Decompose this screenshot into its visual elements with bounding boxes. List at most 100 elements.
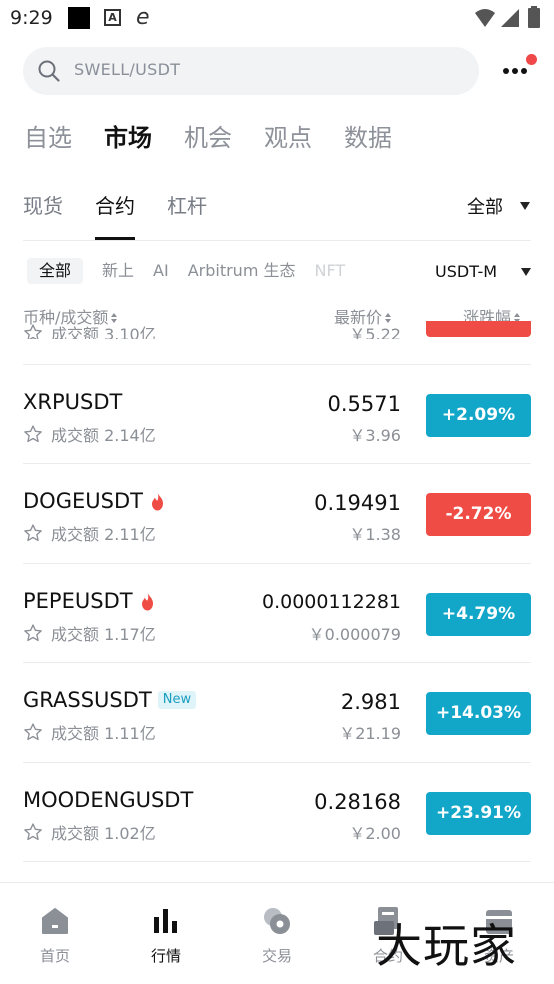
nav-market[interactable]: 行情	[126, 905, 206, 966]
chip-all[interactable]: 全部	[27, 258, 84, 284]
caret-down-icon	[520, 202, 530, 210]
cny-price: ￥5.22	[349, 325, 401, 339]
market-chart-icon	[154, 909, 177, 933]
tab-futures[interactable]: 合约	[95, 192, 135, 240]
more-menu-button[interactable]	[498, 54, 538, 88]
more-dot-icon	[521, 68, 527, 74]
volume-text: 成交额 1.11亿	[23, 720, 156, 744]
search-input[interactable]: SWELL/USDT	[23, 47, 479, 95]
home-icon	[42, 908, 68, 934]
symbol-name: PEPEUSDT	[23, 589, 133, 613]
margin-type-label: USDT-M	[435, 262, 498, 281]
tab-data[interactable]: 数据	[344, 122, 392, 154]
symbol-name: GRASSUSDT	[23, 688, 152, 712]
last-price: 0.0000112281	[261, 591, 401, 613]
cny-price: ￥0.000079	[308, 625, 401, 644]
chip-nft[interactable]: NFT	[315, 258, 346, 284]
volume-value: 成交额 1.02亿	[51, 824, 156, 843]
star-icon[interactable]	[23, 623, 43, 643]
change-badge[interactable]: +4.79%	[426, 593, 531, 636]
nav-market-label: 行情	[150, 947, 181, 965]
table-row[interactable]: XRPUSDT 成交额 2.14亿 0.5571 ￥3.96 +2.09%	[0, 365, 554, 464]
notification-dot-icon	[526, 54, 537, 65]
cny-price: ￥3.96	[349, 426, 401, 445]
chip-arbitrum[interactable]: Arbitrum 生态	[188, 258, 296, 284]
notification-icon	[68, 7, 90, 29]
search-placeholder: SWELL/USDT	[74, 60, 181, 79]
status-time: 9:29	[10, 7, 53, 29]
tab-watchlist[interactable]: 自选	[24, 122, 72, 154]
volume-value: 成交额 2.14亿	[51, 426, 156, 445]
trade-icon	[264, 908, 290, 934]
margin-type-dropdown[interactable]: USDT-M	[435, 262, 531, 281]
tab-opportunities[interactable]: 机会	[184, 122, 232, 154]
symbol: DOGEUSDT	[23, 489, 166, 513]
tab-views[interactable]: 观点	[264, 122, 312, 154]
nav-home[interactable]: 首页	[15, 905, 95, 966]
wifi-icon	[475, 9, 495, 27]
search-icon	[38, 60, 60, 82]
caret-down-icon	[521, 268, 531, 276]
font-a-icon: A	[104, 9, 121, 26]
table-row[interactable]: PEPEUSDT 成交额 1.17亿 0.0000112281 ￥0.00007…	[0, 564, 554, 663]
volume-text: 成交额 3.10亿	[23, 321, 156, 339]
last-price: 2.981	[340, 690, 401, 714]
chip-new-listings[interactable]: 新上	[102, 258, 134, 284]
table-row[interactable]: MOODENGUSDT 成交额 1.02亿 0.28168 ￥2.00 +23.…	[0, 763, 554, 862]
battery-icon	[528, 6, 540, 28]
symbol: MOODENGUSDT	[23, 788, 193, 812]
star-icon[interactable]	[23, 822, 43, 842]
category-chips: 全部 新上 AI Arbitrum 生态 NFT	[27, 258, 364, 284]
new-badge: New	[157, 691, 197, 709]
main-tabs: 自选 市场 机会 观点 数据	[24, 122, 424, 154]
last-price: 0.28168	[314, 790, 401, 814]
cny-price: ￥2.00	[349, 824, 401, 843]
change-badge[interactable]: -2.72%	[426, 493, 531, 536]
volume-value: 成交额 1.11亿	[51, 724, 156, 743]
volume-text: 成交额 2.11亿	[23, 521, 156, 545]
cny-price: ￥21.19	[339, 724, 401, 743]
table-row[interactable]: DOGEUSDT 成交额 2.11亿 0.19491 ￥1.38 -2.72%	[0, 464, 554, 563]
star-icon[interactable]	[23, 424, 43, 444]
last-price: 0.19491	[314, 491, 401, 515]
volume-value: 成交额 2.11亿	[51, 525, 156, 544]
signal-icon	[501, 9, 519, 27]
star-icon[interactable]	[23, 323, 43, 339]
volume-text: 成交额 1.17亿	[23, 621, 156, 645]
volume-text: 成交额 1.02亿	[23, 820, 156, 844]
symbol-name: MOODENGUSDT	[23, 788, 194, 812]
fire-icon	[151, 492, 163, 510]
change-badge	[426, 321, 531, 337]
change-badge[interactable]: +14.03%	[426, 692, 531, 735]
nav-home-label: 首页	[39, 947, 70, 965]
divider	[23, 861, 531, 862]
tab-margin[interactable]: 杠杆	[167, 192, 207, 220]
symbol-name: DOGEUSDT	[23, 489, 143, 513]
divider	[23, 240, 531, 241]
tab-market[interactable]: 市场	[104, 122, 152, 154]
change-badge[interactable]: +23.91%	[426, 792, 531, 835]
change-badge[interactable]: +2.09%	[426, 394, 531, 437]
tab-spot[interactable]: 现货	[23, 192, 63, 220]
chip-ai[interactable]: AI	[153, 258, 169, 284]
volume-text: 成交额 2.14亿	[23, 422, 156, 446]
nav-trade-label: 交易	[261, 947, 292, 965]
symbol: XRPUSDT	[23, 390, 122, 414]
last-price: 0.5571	[327, 392, 401, 416]
more-dot-icon	[512, 68, 518, 74]
more-dot-icon	[503, 68, 509, 74]
volume-value: 成交额 3.10亿	[51, 325, 156, 339]
list-item[interactable]: 成交额 3.10亿 ￥5.22	[0, 321, 554, 339]
filter-all-label: 全部	[467, 197, 503, 218]
star-icon[interactable]	[23, 722, 43, 742]
table-row[interactable]: GRASSUSDT New 成交额 1.11亿 2.981 ￥21.19 +14…	[0, 663, 554, 762]
star-icon[interactable]	[23, 523, 43, 543]
symbol: GRASSUSDT New	[23, 688, 197, 712]
watermark: 大玩家	[376, 919, 517, 973]
filter-all-dropdown[interactable]: 全部	[467, 193, 530, 219]
symbol: PEPEUSDT	[23, 589, 156, 613]
nav-trade[interactable]: 交易	[237, 905, 317, 966]
symbol-name: XRPUSDT	[23, 390, 123, 414]
volume-value: 成交额 1.17亿	[51, 625, 156, 644]
status-bar: 9:29 A e	[0, 0, 554, 38]
